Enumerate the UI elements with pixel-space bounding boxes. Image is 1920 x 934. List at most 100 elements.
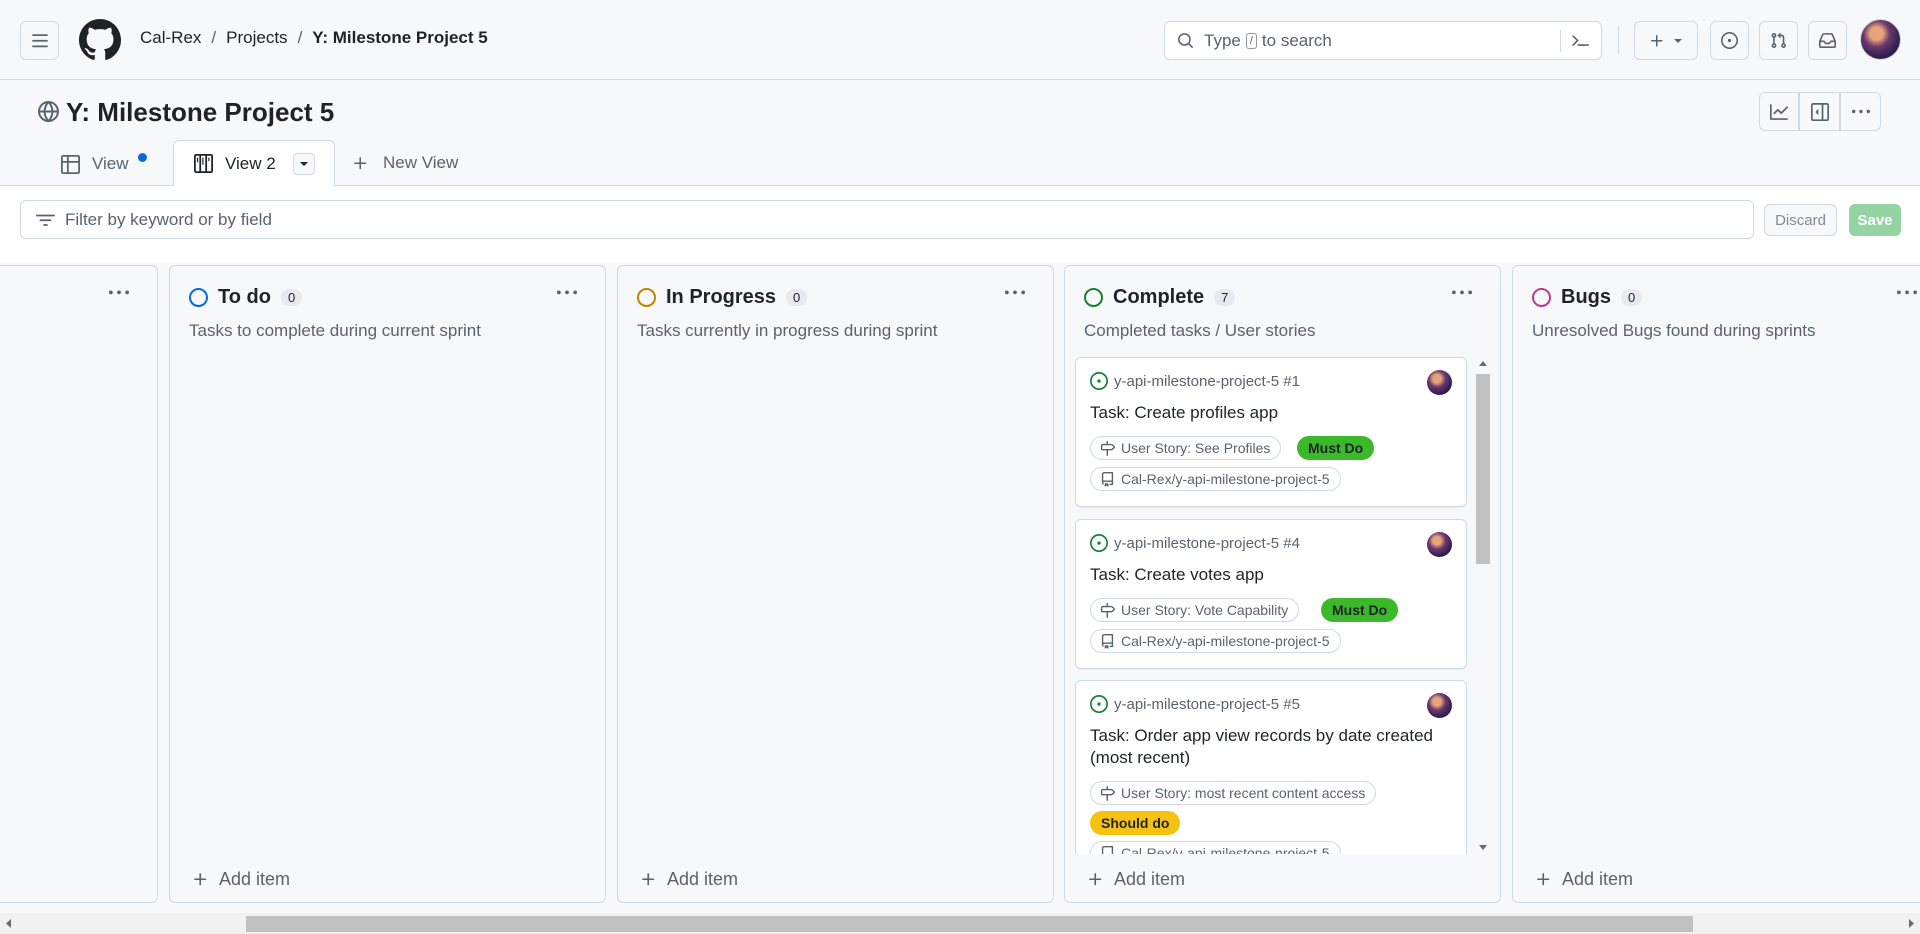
kebab-horizontal-icon [1851, 109, 1870, 113]
assignee-avatar[interactable] [1427, 693, 1452, 718]
column-scroll-thumb[interactable] [1476, 374, 1490, 564]
scroll-up-icon[interactable] [1476, 357, 1492, 369]
card-title[interactable]: Task: Create profiles app [1090, 402, 1450, 424]
issue-card[interactable]: y-api-milestone-project-5 #1 Task: Creat… [1075, 357, 1467, 507]
add-item-label: Add item [1562, 869, 1634, 889]
repository-chip[interactable]: Cal-Rex/y-api-milestone-project-5 [1090, 841, 1341, 854]
column-header: To do 0 [189, 286, 303, 309]
scroll-right-icon[interactable] [1905, 913, 1917, 934]
add-item-button[interactable]: Add item [1535, 869, 1633, 890]
status-circle-icon [189, 288, 208, 307]
issues-button[interactable] [1710, 21, 1749, 60]
breadcrumb: Cal-Rex / Projects / Y: Milestone Projec… [140, 28, 488, 48]
card-title[interactable]: Task: Order app view records by date cre… [1090, 725, 1450, 769]
insights-button[interactable] [1759, 92, 1799, 131]
card-issue-ref: y-api-milestone-project-5 #5 [1090, 695, 1300, 713]
column-more-icon[interactable] [557, 283, 577, 303]
add-item-button[interactable]: Add item [640, 869, 738, 890]
tab-view-1-label: View [92, 154, 129, 173]
issue-opened-icon [1090, 534, 1108, 552]
milestone-icon [1100, 602, 1115, 618]
status-circle-icon [1084, 288, 1103, 307]
filter-icon [36, 214, 55, 226]
user-avatar[interactable] [1860, 19, 1901, 60]
column-description: Tasks to complete during current sprint [189, 321, 481, 340]
column-more-icon[interactable] [109, 283, 129, 303]
parent-issue-chip[interactable]: User Story: most recent content access [1090, 781, 1377, 805]
card-title[interactable]: Task: Create votes app [1090, 564, 1450, 586]
unsaved-changes-dot [138, 153, 147, 162]
column-more-icon[interactable] [1897, 283, 1917, 303]
breadcrumb-projects[interactable]: Projects [226, 28, 287, 48]
issue-opened-icon [1721, 32, 1738, 49]
create-new-button[interactable] [1634, 21, 1698, 60]
parent-issue-chip[interactable]: User Story: Vote Capability [1090, 598, 1300, 622]
menu-button[interactable] [20, 21, 59, 60]
card-issue-ref: y-api-milestone-project-5 #4 [1090, 534, 1300, 552]
add-item-button[interactable]: Add item [1087, 869, 1185, 890]
tab-view-2[interactable]: View 2 [173, 140, 335, 186]
repository-chip[interactable]: Cal-Rex/y-api-milestone-project-5 [1090, 467, 1341, 491]
view-options-button[interactable] [293, 153, 315, 175]
column-scrollbar[interactable] [1474, 357, 1490, 854]
side-panel-button[interactable] [1799, 92, 1840, 131]
card-list: y-api-milestone-project-5 #1 Task: Creat… [1075, 357, 1470, 854]
pull-requests-button[interactable] [1759, 21, 1798, 60]
column-count: 0 [786, 289, 808, 306]
github-logo-icon[interactable] [79, 19, 121, 61]
board-column-hidden [0, 265, 158, 903]
discard-button[interactable]: Discard [1764, 204, 1837, 236]
column-count: 0 [1621, 289, 1643, 306]
tab-view-2-label: View 2 [225, 153, 276, 173]
project-more-button[interactable] [1840, 92, 1881, 131]
column-title: In Progress [666, 286, 777, 308]
milestone-icon [1100, 785, 1115, 801]
issue-card[interactable]: y-api-milestone-project-5 #4 Task: Creat… [1075, 519, 1467, 669]
column-header: Complete 7 [1084, 286, 1236, 309]
priority-label[interactable]: Must Do [1297, 436, 1375, 460]
issue-card[interactable]: y-api-milestone-project-5 #5 Task: Order… [1075, 680, 1467, 854]
column-description: Unresolved Bugs found during sprints [1532, 321, 1816, 340]
assignee-avatar[interactable] [1427, 532, 1452, 557]
priority-label[interactable]: Must Do [1321, 598, 1399, 622]
parent-issue-chip[interactable]: User Story: See Profiles [1090, 436, 1282, 460]
sidebar-icon [1810, 102, 1829, 121]
column-header: In Progress 0 [637, 286, 808, 309]
status-circle-icon [637, 288, 656, 307]
horizontal-scroll-thumb[interactable] [246, 916, 1693, 932]
repo-icon [1101, 845, 1114, 854]
breadcrumb-project[interactable]: Y: Milestone Project 5 [312, 28, 487, 48]
breadcrumb-separator: / [297, 28, 303, 47]
header-divider [1618, 26, 1619, 54]
column-more-icon[interactable] [1005, 283, 1025, 303]
inbox-icon [1819, 33, 1836, 48]
repository-chip[interactable]: Cal-Rex/y-api-milestone-project-5 [1090, 629, 1341, 653]
new-view-button[interactable]: New View [352, 153, 458, 173]
priority-label[interactable]: Should do [1090, 811, 1181, 835]
add-item-button[interactable]: Add item [192, 869, 290, 890]
tab-view-1[interactable]: View [61, 154, 129, 174]
breadcrumb-owner[interactable]: Cal-Rex [140, 28, 201, 48]
graph-icon [1770, 103, 1788, 120]
command-palette-icon[interactable] [1572, 32, 1589, 49]
repository-text: Cal-Rex/y-api-milestone-project-5 [1121, 633, 1330, 649]
board-column-bugs: Bugs 0 Unresolved Bugs found during spri… [1512, 265, 1920, 903]
scroll-left-icon[interactable] [3, 913, 15, 934]
pull-request-icon [1771, 32, 1786, 48]
column-description: Tasks currently in progress during sprin… [637, 321, 938, 340]
scroll-down-icon[interactable] [1476, 842, 1492, 854]
plus-icon [194, 873, 207, 886]
parent-issue-text: User Story: most recent content access [1121, 785, 1366, 801]
filter-input[interactable]: Filter by keyword or by field [20, 200, 1754, 239]
milestone-icon [1100, 440, 1115, 456]
search-placeholder-prefix: Type [1204, 30, 1241, 50]
column-more-icon[interactable] [1452, 283, 1472, 303]
column-count: 0 [280, 289, 303, 306]
board-column-todo: To do 0 Tasks to complete during current… [169, 265, 606, 903]
assignee-avatar[interactable] [1427, 370, 1452, 395]
save-button[interactable]: Save [1849, 204, 1901, 236]
inbox-button[interactable] [1808, 21, 1847, 60]
plus-icon [354, 156, 367, 169]
plus-icon [1089, 873, 1102, 886]
search-input[interactable]: Type / to search [1164, 21, 1602, 60]
